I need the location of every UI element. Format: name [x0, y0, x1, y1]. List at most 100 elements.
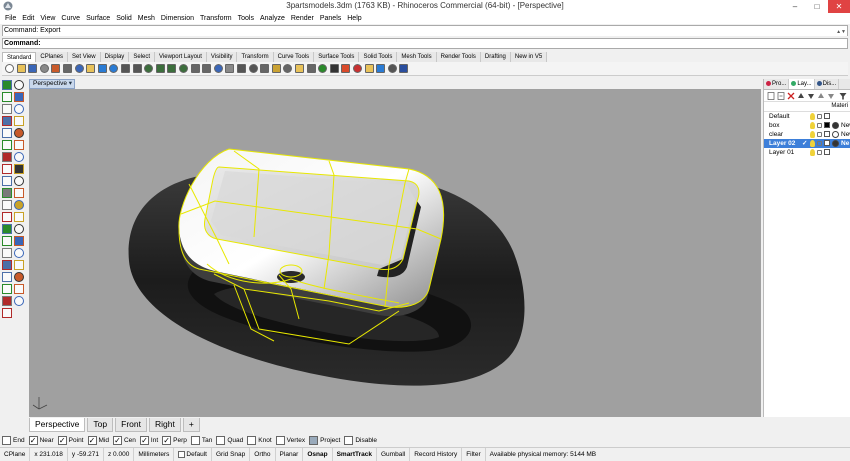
- menu-analyze[interactable]: Analyze: [257, 13, 288, 24]
- osnap-int[interactable]: ✓ Int: [139, 435, 158, 445]
- osnap-knot[interactable]: Knot: [247, 435, 272, 445]
- cut-icon[interactable]: [63, 64, 72, 73]
- menu-surface[interactable]: Surface: [83, 13, 113, 24]
- tab-new-in-v5[interactable]: New in V5: [510, 52, 548, 62]
- tool-scale-icon[interactable]: [14, 224, 24, 234]
- tab-viewport-layout[interactable]: Viewport Layout: [155, 52, 207, 62]
- tool-text-icon[interactable]: [14, 248, 24, 258]
- tab-perspective[interactable]: Perspective: [29, 418, 86, 432]
- new-layer-icon[interactable]: [767, 92, 775, 100]
- tool-explode-icon[interactable]: [14, 200, 24, 210]
- menu-panels[interactable]: Panels: [317, 13, 344, 24]
- add-viewport-tab[interactable]: +: [182, 418, 200, 432]
- tool-rotate-icon[interactable]: [2, 224, 12, 234]
- layer-up-icon[interactable]: [817, 92, 825, 100]
- osnap-disable[interactable]: Disable: [344, 435, 377, 445]
- layer-lock-icon[interactable]: [817, 114, 822, 119]
- layer-visible-bulb-icon[interactable]: [810, 122, 815, 129]
- menu-help[interactable]: Help: [344, 13, 364, 24]
- menu-solid[interactable]: Solid: [113, 13, 135, 24]
- close-button[interactable]: ✕: [828, 0, 850, 13]
- tab-render-tools[interactable]: Render Tools: [436, 52, 481, 62]
- tool-boolean-icon[interactable]: [14, 164, 24, 174]
- tab-select[interactable]: Select: [129, 52, 155, 62]
- tool-move-icon[interactable]: [2, 212, 12, 222]
- filter-toggle[interactable]: Filter: [462, 448, 486, 461]
- osnap-perp[interactable]: ✓ Perp: [162, 435, 187, 445]
- osnap-cen[interactable]: ✓ Cen: [112, 435, 136, 445]
- menu-dimension[interactable]: Dimension: [158, 13, 197, 24]
- tool-sphere-icon[interactable]: [14, 152, 24, 162]
- save-icon[interactable]: [28, 64, 38, 73]
- tab-solid-tools[interactable]: Solid Tools: [359, 52, 398, 62]
- layer-lock-icon[interactable]: [817, 150, 822, 155]
- layer-down-icon[interactable]: [827, 92, 835, 100]
- cplane-icon[interactable]: [213, 64, 223, 73]
- scroll-arrows-icon[interactable]: ▲▼: [836, 27, 846, 37]
- menu-view[interactable]: View: [37, 13, 58, 24]
- layer-visible-bulb-icon[interactable]: [810, 113, 815, 120]
- tool-lights-icon[interactable]: [14, 296, 24, 306]
- tool-trim-icon[interactable]: [2, 188, 12, 198]
- tool-dimension-icon[interactable]: [2, 260, 12, 270]
- command-input[interactable]: Command:: [2, 38, 848, 49]
- menu-curve[interactable]: Curve: [58, 13, 83, 24]
- help-icon[interactable]: [399, 64, 409, 73]
- options-icon[interactable]: [387, 64, 397, 73]
- osnap-quad-checkbox[interactable]: [216, 435, 226, 445]
- new-sublayer-icon[interactable]: [777, 92, 785, 100]
- record-history-toggle[interactable]: Record History: [410, 448, 463, 461]
- menu-tools[interactable]: Tools: [235, 13, 257, 24]
- tool-polyline-icon[interactable]: [2, 92, 12, 102]
- minimize-button[interactable]: –: [784, 0, 806, 13]
- osnap-int-checkbox[interactable]: ✓: [139, 435, 149, 445]
- layer-lock-icon[interactable]: [817, 132, 822, 137]
- osnap-knot-checkbox[interactable]: [247, 435, 257, 445]
- tool-mesh-icon[interactable]: [2, 284, 12, 294]
- layer-color-swatch[interactable]: [824, 122, 830, 128]
- properties-icon[interactable]: [306, 64, 316, 73]
- osnap-tan-checkbox[interactable]: [190, 435, 200, 445]
- print-icon[interactable]: [39, 64, 49, 73]
- tool-array-icon[interactable]: [14, 236, 24, 246]
- osnap-mid[interactable]: ✓ Mid: [87, 435, 109, 445]
- osnap-near-checkbox[interactable]: ✓: [28, 435, 38, 445]
- copy-icon[interactable]: [74, 64, 84, 73]
- move-down-icon[interactable]: [807, 92, 815, 100]
- tool-mirror-icon[interactable]: [2, 236, 12, 246]
- menu-mesh[interactable]: Mesh: [135, 13, 158, 24]
- osnap-project-checkbox[interactable]: [309, 435, 319, 445]
- osnap-point-checkbox[interactable]: ✓: [57, 435, 67, 445]
- tool-circle-icon[interactable]: [2, 104, 12, 114]
- layer-visible-bulb-icon[interactable]: [810, 140, 815, 147]
- tool-copy-icon[interactable]: [14, 212, 24, 222]
- layer-color-swatch[interactable]: [824, 140, 830, 146]
- zoom-selected-icon[interactable]: [179, 64, 188, 73]
- osnap-point[interactable]: ✓ Point: [57, 435, 84, 445]
- select-all-icon[interactable]: [260, 64, 270, 73]
- osnap-disable-checkbox[interactable]: [344, 435, 354, 445]
- tool-freeform-icon[interactable]: [14, 128, 24, 138]
- tool-analyze-icon[interactable]: [14, 272, 24, 282]
- panel-tab-1[interactable]: Lay...: [789, 79, 815, 89]
- osnap-near[interactable]: ✓ Near: [28, 435, 54, 445]
- layer-material-icon[interactable]: [832, 140, 839, 147]
- gumball-toggle[interactable]: Gumball: [377, 448, 411, 461]
- layer-row[interactable]: box New: [764, 121, 850, 130]
- osnap-end[interactable]: End: [2, 435, 25, 445]
- layer-visible-bulb-icon[interactable]: [810, 149, 815, 156]
- tab-transform[interactable]: Transform: [237, 52, 274, 62]
- tab-top[interactable]: Top: [87, 418, 114, 432]
- smarttrack-toggle[interactable]: SmartTrack: [333, 448, 377, 461]
- material-icon[interactable]: [353, 64, 362, 73]
- layer-color-swatch[interactable]: [824, 131, 830, 137]
- current-layer[interactable]: Default: [174, 448, 212, 461]
- tab-right[interactable]: Right: [148, 418, 181, 432]
- tool-box-icon[interactable]: [2, 152, 12, 162]
- osnap-toggle[interactable]: Osnap: [303, 448, 333, 461]
- viewports-icon[interactable]: [202, 64, 212, 73]
- layer-material-icon[interactable]: [832, 131, 839, 138]
- menu-transform[interactable]: Transform: [197, 13, 235, 24]
- panel-tab-0[interactable]: Pro...: [764, 79, 790, 89]
- tool-check-icon[interactable]: [2, 296, 12, 306]
